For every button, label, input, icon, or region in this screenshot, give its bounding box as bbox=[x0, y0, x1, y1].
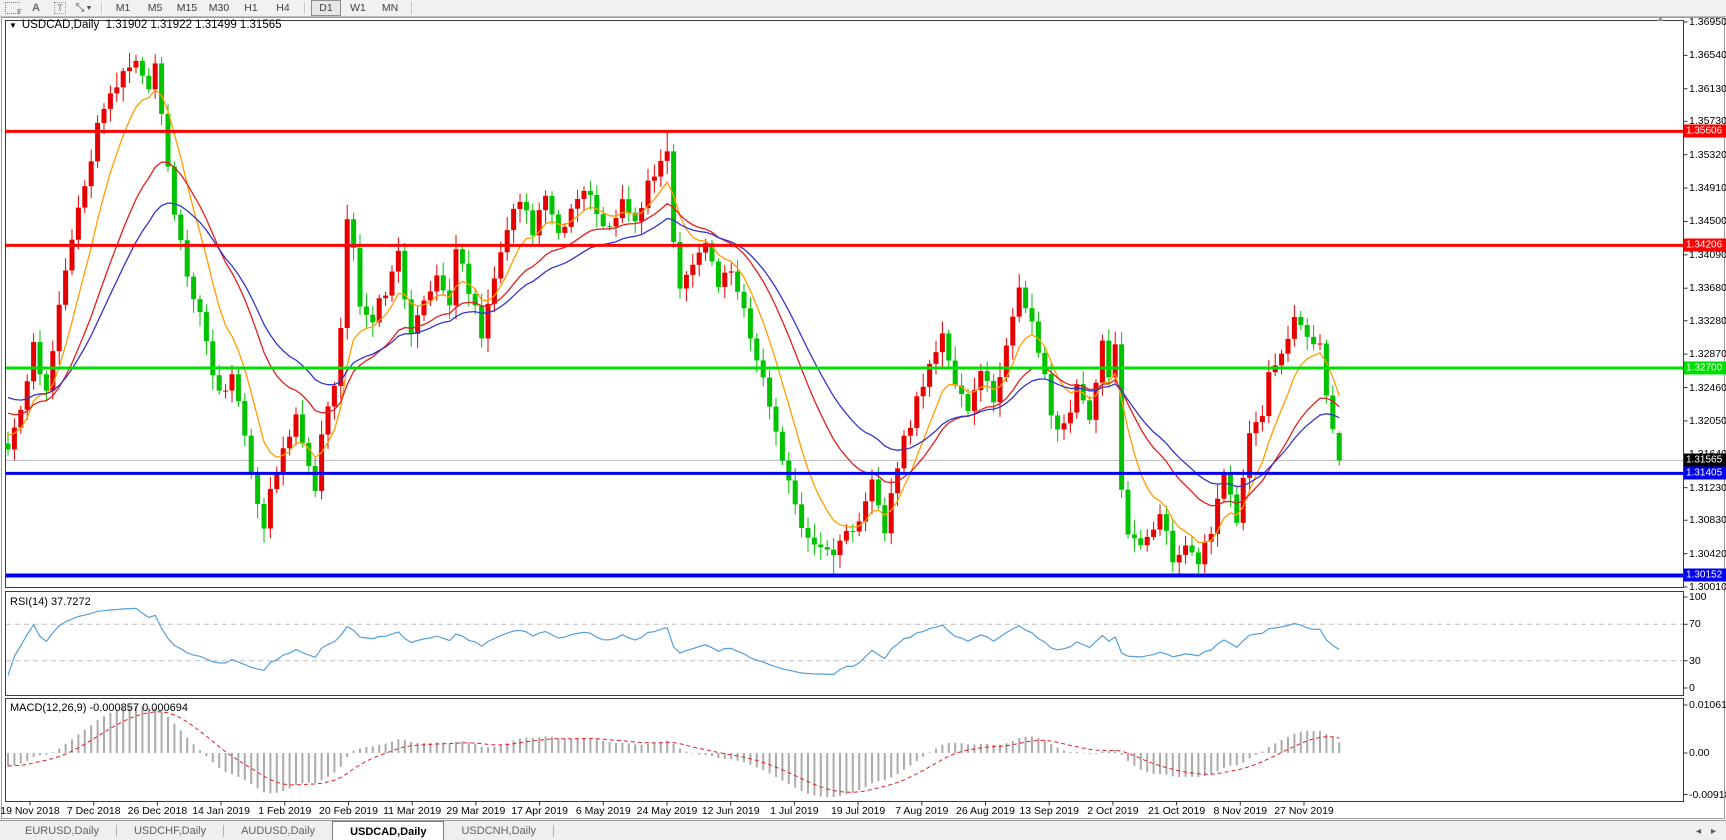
chart-ohlc-values: 1.31902 1.31922 1.31499 1.31565 bbox=[105, 19, 282, 31]
price-axis-tick: 1.36130 bbox=[1689, 82, 1726, 95]
tab-scroll-right-icon[interactable]: ▸ bbox=[1711, 826, 1716, 837]
price-axis-tick: 1.32870 bbox=[1689, 348, 1726, 361]
date-axis-label: 7 Dec 2018 bbox=[66, 805, 121, 817]
price-axis-tick: 1.33680 bbox=[1689, 282, 1726, 295]
dropdown-caret-icon: ▼ bbox=[85, 4, 93, 12]
date-axis-label: 1 Feb 2019 bbox=[258, 805, 312, 817]
date-axis-label: 2 Oct 2019 bbox=[1087, 805, 1139, 817]
text-box-icon[interactable]: T bbox=[51, 1, 69, 15]
chart-frame-icon[interactable]: F bbox=[3, 1, 22, 16]
date-axis-label: 20 Feb 2019 bbox=[319, 805, 378, 817]
price-axis-tick: 1.32460 bbox=[1689, 381, 1726, 394]
hline-price-label: 1.32700 bbox=[1684, 361, 1726, 375]
chart-tab-usdchf[interactable]: USDCHF,Daily bbox=[117, 821, 223, 840]
price-axis-tick: 1.30830 bbox=[1689, 514, 1726, 527]
price-axis-tick: 1.31230 bbox=[1689, 481, 1726, 494]
date-axis-label: 8 Nov 2019 bbox=[1213, 805, 1268, 817]
price-axis-tick: 1.35320 bbox=[1689, 148, 1726, 161]
rsi-axis-tick: 0 bbox=[1689, 682, 1695, 694]
chart-tab-eurusd[interactable]: EURUSD,Daily bbox=[8, 821, 116, 840]
cursor-mode-icon[interactable]: ⤡ ▼ bbox=[75, 1, 93, 15]
price-axis-tick: 1.33280 bbox=[1689, 314, 1726, 327]
text-label-icon[interactable]: A bbox=[27, 1, 45, 15]
timeframe-button-m30[interactable]: M30 bbox=[204, 0, 234, 16]
date-axis-label: 7 Aug 2019 bbox=[895, 805, 949, 817]
price-axis-tick: 1.30420 bbox=[1689, 547, 1726, 560]
timeframe-button-m15[interactable]: M15 bbox=[172, 0, 202, 16]
tab-scroll-arrows: ◂ ▸ bbox=[1696, 821, 1726, 840]
date-axis-label: 21 Oct 2019 bbox=[1147, 805, 1206, 817]
rsi-label: RSI(14) 37.7272 bbox=[10, 596, 91, 608]
date-axis-label: 13 Sep 2019 bbox=[1019, 805, 1079, 817]
price-axis-tick: 1.36950 bbox=[1689, 16, 1726, 28]
toolbar-separator bbox=[101, 2, 102, 14]
tab-separator bbox=[553, 825, 555, 837]
rsi-axis-tick: 30 bbox=[1689, 654, 1701, 667]
chart-frame-glyph: F bbox=[4, 2, 22, 16]
toolbar-separator bbox=[304, 2, 305, 14]
timeframe-button-d1[interactable]: D1 bbox=[311, 0, 341, 16]
hline-price-label: 1.34206 bbox=[1684, 238, 1726, 252]
date-axis-label: 26 Aug 2019 bbox=[956, 805, 1015, 817]
price-axis-tick: 1.36540 bbox=[1689, 49, 1726, 62]
hline-price-label: 1.30152 bbox=[1684, 568, 1726, 582]
chart-tab-audusd[interactable]: AUDUSD,Daily bbox=[224, 821, 332, 840]
chart-canvas[interactable] bbox=[0, 0, 1726, 820]
timeframe-button-m1[interactable]: M1 bbox=[108, 0, 138, 16]
timeframe-button-group: M1 M5 M15 M30 H1 H4 D1 W1 MN bbox=[107, 0, 406, 16]
toolbar-separator bbox=[411, 2, 412, 14]
timeframe-button-m5[interactable]: M5 bbox=[140, 0, 170, 16]
chart-tab-usdcnh[interactable]: USDCNH,Daily bbox=[444, 821, 553, 840]
date-axis-label: 17 Apr 2019 bbox=[511, 805, 568, 817]
timeframe-button-mn[interactable]: MN bbox=[375, 0, 405, 16]
chart-tab-usdcad[interactable]: USDCAD,Daily bbox=[332, 821, 445, 840]
rsi-axis-tick: 70 bbox=[1689, 618, 1701, 631]
date-axis-label: 19 Jul 2019 bbox=[830, 805, 886, 817]
timeframe-button-h4[interactable]: H4 bbox=[268, 0, 298, 16]
rsi-axis-tick: 100 bbox=[1689, 591, 1707, 603]
date-axis-label: 26 Dec 2018 bbox=[127, 805, 188, 817]
date-axis-label: 11 Mar 2019 bbox=[383, 805, 442, 817]
toolbar: F A T ⤡ ▼ M1 M5 M15 M30 H1 H4 D1 W1 MN bbox=[0, 0, 1726, 17]
hline-price-label: 1.31405 bbox=[1684, 466, 1726, 480]
macd-axis-tick: -0.009181 bbox=[1689, 788, 1726, 801]
date-axis-label: 19 Nov 2018 bbox=[0, 805, 60, 817]
timeframe-button-h1[interactable]: H1 bbox=[236, 0, 266, 16]
date-axis-label: 1 Jul 2019 bbox=[770, 805, 819, 817]
collapse-caret-icon[interactable]: ▼ bbox=[9, 21, 17, 30]
macd-label: MACD(12,26,9) -0.000857 0.000694 bbox=[10, 702, 188, 714]
date-axis-label: 12 Jun 2019 bbox=[701, 805, 760, 817]
price-axis-tick: 1.34500 bbox=[1689, 215, 1726, 228]
chart-title: ▼ USDCAD,Daily 1.31902 1.31922 1.31499 1.… bbox=[9, 19, 282, 31]
current-price-label: 1.31565 bbox=[1684, 453, 1726, 467]
price-axis-tick: 1.34910 bbox=[1689, 182, 1726, 195]
chart-symbol: USDCAD,Daily bbox=[21, 19, 100, 31]
tab-scroll-left-icon[interactable]: ◂ bbox=[1696, 826, 1701, 837]
date-axis-label: 27 Nov 2019 bbox=[1274, 805, 1334, 817]
date-axis-label: 14 Jan 2019 bbox=[192, 805, 250, 817]
chart-tabs-group: EURUSD,Daily USDCHF,Daily AUDUSD,Daily USDC… bbox=[0, 821, 555, 840]
macd-axis-tick: 0.010615 bbox=[1689, 698, 1726, 711]
app-window: F A T ⤡ ▼ M1 M5 M15 M30 H1 H4 D1 W1 MN ▼ USDCAD,D… bbox=[0, 0, 1726, 840]
macd-axis-tick: 0.00 bbox=[1689, 747, 1710, 759]
date-axis-label: 29 Mar 2019 bbox=[446, 805, 506, 817]
date-axis-label: 6 May 2019 bbox=[575, 805, 631, 817]
price-axis-tick: 1.32050 bbox=[1689, 414, 1726, 427]
chart-tab-bar: EURUSD,Daily USDCHF,Daily AUDUSD,Daily USDC… bbox=[0, 820, 1726, 840]
hline-price-label: 1.35606 bbox=[1684, 124, 1726, 138]
date-axis-label: 24 May 2019 bbox=[636, 805, 698, 817]
timeframe-button-w1[interactable]: W1 bbox=[343, 0, 373, 16]
